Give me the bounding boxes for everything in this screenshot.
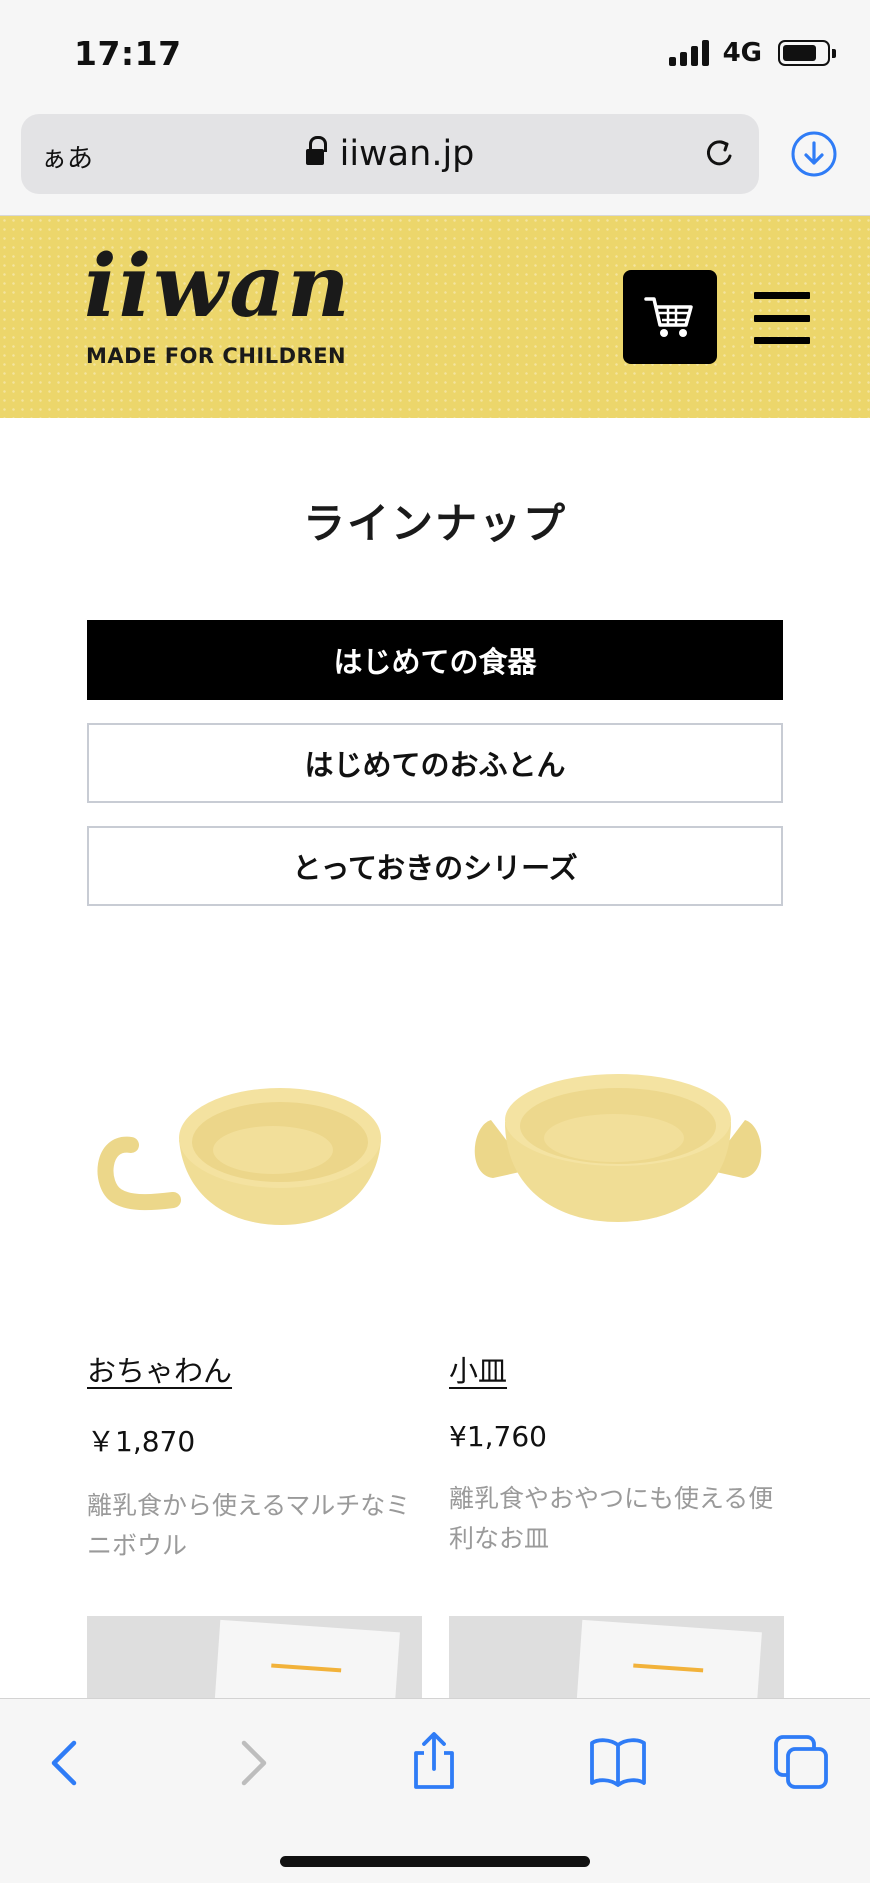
- reload-icon[interactable]: [699, 134, 739, 174]
- page-title: ラインナップ: [302, 499, 567, 548]
- share-icon[interactable]: [404, 1731, 464, 1791]
- tabs-icon[interactable]: [772, 1731, 832, 1791]
- product-image-bowl[interactable]: [87, 1010, 422, 1290]
- tab-first-tableware[interactable]: はじめての食器: [87, 620, 783, 700]
- back-icon[interactable]: [36, 1731, 96, 1791]
- product-description: 離乳食やおやつにも使える便利なお皿: [449, 1484, 774, 1553]
- address-bar[interactable]: ぁあ iiwan.jp: [21, 114, 759, 194]
- product-description: 離乳食から使えるマルチなミニボウル: [87, 1491, 411, 1560]
- browser-toolbar: [0, 1698, 870, 1883]
- product-image-small-plate[interactable]: [449, 1010, 784, 1290]
- url-text: iiwan.jp: [339, 134, 475, 174]
- product-name[interactable]: おちゃわん: [87, 1348, 422, 1390]
- cart-button[interactable]: [623, 270, 717, 364]
- status-bar: 17:17 4G: [0, 0, 870, 110]
- tab-special-series[interactable]: とっておきのシリーズ: [87, 826, 783, 906]
- site-header: iiwan MADE FOR CHILDREN: [0, 216, 870, 418]
- product-name[interactable]: 小皿: [449, 1348, 784, 1390]
- forward-icon[interactable]: [222, 1731, 282, 1791]
- product-price: ￥1,870: [87, 1425, 196, 1458]
- signal-icon: [668, 40, 709, 66]
- status-indicators: 4G: [668, 38, 836, 68]
- bookmarks-icon[interactable]: [588, 1731, 648, 1791]
- lock-icon: [305, 136, 327, 167]
- product-image-packaging[interactable]: [449, 1616, 784, 1698]
- product-card[interactable]: 小皿 ¥1,760 離乳食やおやつにも使える便利なお皿: [449, 1010, 784, 1559]
- status-time: 17:17: [74, 34, 182, 73]
- browser-address-row: ぁあ iiwan.jp: [0, 110, 870, 216]
- home-indicator: [280, 1856, 590, 1867]
- product-image-packaging[interactable]: [87, 1616, 422, 1698]
- hamburger-menu-icon[interactable]: [754, 292, 810, 344]
- cart-icon: [644, 297, 693, 337]
- battery-icon: [778, 40, 836, 66]
- site-logo[interactable]: iiwan: [84, 244, 352, 330]
- url-display[interactable]: iiwan.jp: [21, 134, 759, 174]
- logo-tagline: MADE FOR CHILDREN: [86, 344, 347, 368]
- product-card[interactable]: おちゃわん ￥1,870 離乳食から使えるマルチなミニボウル: [87, 1010, 422, 1566]
- tab-first-futon[interactable]: はじめてのおふとん: [87, 723, 783, 803]
- download-icon[interactable]: [790, 130, 838, 178]
- product-price: ¥1,760: [449, 1420, 547, 1453]
- network-type: 4G: [722, 38, 762, 68]
